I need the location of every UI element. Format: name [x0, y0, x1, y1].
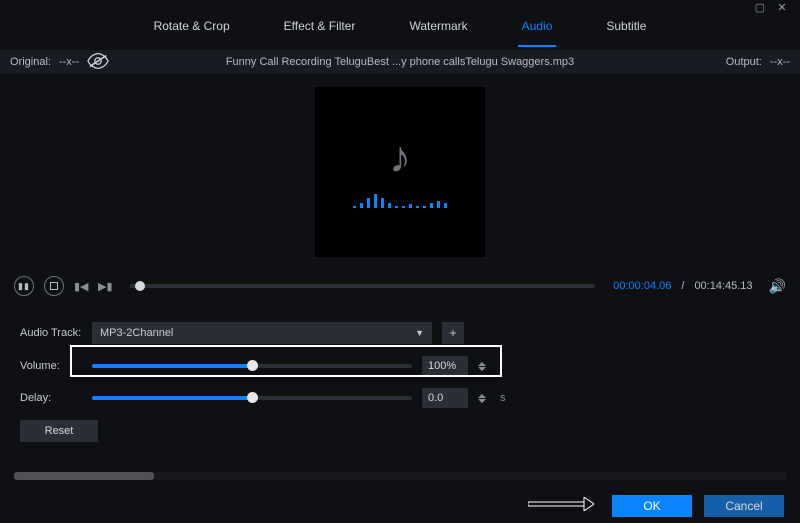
audio-thumbnail: ♪: [315, 87, 485, 257]
cancel-button[interactable]: Cancel: [704, 495, 784, 517]
delay-down-icon[interactable]: [478, 399, 486, 403]
current-time: 00:00:04.06: [613, 280, 671, 292]
original-label: Original:: [10, 56, 51, 68]
chevron-down-icon: ▼: [415, 328, 424, 338]
tab-subtitle[interactable]: Subtitle: [606, 19, 646, 43]
audio-track-select[interactable]: MP3-2Channel ▼: [92, 322, 432, 344]
audio-track-label: Audio Track:: [20, 327, 82, 339]
callout-arrow-icon: [528, 497, 594, 516]
volume-stepper[interactable]: [478, 356, 490, 376]
delay-up-icon[interactable]: [478, 394, 486, 398]
original-value: --x--: [59, 56, 79, 68]
volume-down-icon[interactable]: [478, 367, 486, 371]
maximize-button[interactable]: ▢: [754, 1, 766, 13]
next-track-button[interactable]: ▶▮: [98, 280, 112, 293]
output-value: --x--: [770, 56, 790, 68]
playback-knob[interactable]: [135, 281, 145, 291]
visibility-toggle[interactable]: [87, 53, 109, 72]
prev-icon: ▮◀: [74, 281, 89, 293]
delay-label: Delay:: [20, 392, 82, 404]
volume-label: Volume:: [20, 360, 82, 372]
plus-icon: +: [449, 326, 456, 340]
close-icon: ✕: [777, 1, 786, 14]
pause-button[interactable]: ▮▮: [14, 276, 34, 296]
filename-label: Funny Call Recording TeluguBest ...y pho…: [0, 56, 800, 68]
speaker-icon: 🔊: [769, 278, 786, 294]
eye-off-icon: [87, 53, 109, 69]
horizontal-scrollbar[interactable]: [14, 472, 786, 480]
delay-slider[interactable]: [92, 396, 412, 400]
tab-bar: Rotate & Crop Effect & Filter Watermark …: [0, 14, 800, 50]
add-track-button[interactable]: +: [442, 322, 464, 344]
close-button[interactable]: ✕: [776, 1, 788, 13]
delay-stepper[interactable]: [478, 388, 490, 408]
preview-area: ♪: [0, 74, 800, 270]
volume-slider[interactable]: [92, 364, 412, 368]
speaker-button[interactable]: 🔊: [769, 278, 786, 295]
playback-slider[interactable]: [130, 284, 595, 288]
scrollbar-thumb[interactable]: [14, 472, 154, 480]
reset-button[interactable]: Reset: [20, 420, 98, 442]
time-sep: /: [681, 280, 684, 292]
delay-value[interactable]: 0.0: [422, 388, 468, 408]
music-note-icon: ♪: [389, 136, 411, 180]
delay-unit: s: [500, 392, 506, 404]
stop-button[interactable]: [44, 276, 64, 296]
ok-button[interactable]: OK: [612, 495, 692, 517]
info-bar: Original: --x-- Funny Call Recording Tel…: [0, 50, 800, 74]
volume-value[interactable]: 100%: [422, 356, 468, 376]
playback-controls: ▮▮ ▮◀ ▶▮ 00:00:04.06 / 00:14:45.13 🔊: [0, 270, 800, 302]
maximize-icon: ▢: [755, 1, 765, 14]
tab-effect-filter[interactable]: Effect & Filter: [284, 19, 356, 43]
prev-track-button[interactable]: ▮◀: [74, 280, 88, 293]
volume-knob[interactable]: [247, 360, 258, 371]
delay-knob[interactable]: [247, 392, 258, 403]
next-icon: ▶▮: [98, 281, 113, 293]
audio-track-value: MP3-2Channel: [100, 327, 173, 339]
tab-watermark[interactable]: Watermark: [409, 19, 467, 43]
audio-panel: Audio Track: MP3-2Channel ▼ + Volume: 10…: [0, 302, 800, 464]
total-time: 00:14:45.13: [694, 280, 752, 292]
output-label: Output:: [726, 56, 762, 68]
footer-bar: OK Cancel: [0, 489, 800, 523]
tab-rotate-crop[interactable]: Rotate & Crop: [154, 19, 230, 43]
tab-audio[interactable]: Audio: [522, 19, 553, 43]
volume-up-icon[interactable]: [478, 362, 486, 366]
pause-icon: ▮▮: [18, 281, 30, 292]
equalizer-icon: [353, 192, 447, 208]
